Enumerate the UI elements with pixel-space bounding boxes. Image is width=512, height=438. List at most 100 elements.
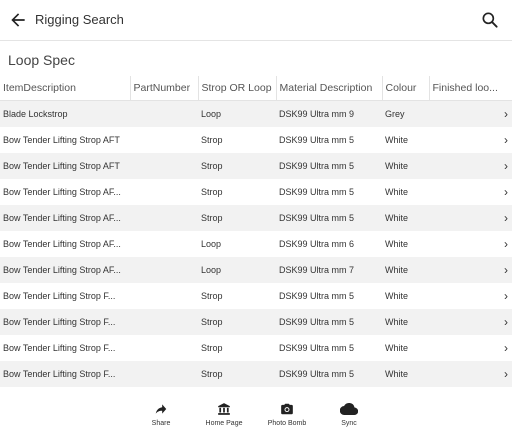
photo-bomb-label: Photo Bomb [267,420,307,427]
table-row[interactable]: Bow Tender Lifting Strop AF... Strop DSK99… [0,179,512,205]
strop-or-loop-cell: Strop [198,283,276,309]
item-description-cell: Bow Tender Lifting Strop F... [0,361,130,387]
table-row[interactable]: Bow Tender Lifting Strop F... Strop DSK99 … [0,309,512,335]
table-row[interactable]: Bow Tender Lifting Strop AF... Strop DSK99… [0,205,512,231]
colour-cell: White [382,205,429,231]
item-description-cell: Bow Tender Lifting Strop AFT [0,127,130,153]
table-row[interactable]: Bow Tender Lifting Strop AF... Loop DSK99 … [0,231,512,257]
sync-button[interactable]: Sync [321,402,377,427]
chevron-right-icon[interactable]: › [429,257,512,283]
strop-or-loop-cell: Loop [198,231,276,257]
colour-cell: White [382,231,429,257]
material-description-cell: DSK99 Ultra mm 5 [276,283,382,309]
colour-cell: White [382,387,429,396]
chevron-right-icon[interactable]: › [429,205,512,231]
column-header[interactable]: ItemDescription [0,76,131,101]
column-header[interactable]: Strop OR Loop [198,76,277,101]
part-number-cell [130,283,198,309]
search-icon[interactable] [480,10,500,30]
item-description-cell: Bow Tender Lifting Strop F... [0,335,130,361]
part-number-cell [130,257,198,283]
item-description-cell: Bow Tender Lifting Strop F... [0,283,130,309]
home-page-label: Home Page [205,420,243,427]
part-number-cell [130,179,198,205]
part-number-cell [130,231,198,257]
photo-bomb-button[interactable]: Photo Bomb [259,402,315,427]
chevron-right-icon[interactable]: › [429,387,512,396]
table-row[interactable]: Blade Lockstrop Loop DSK99 Ultra mm 9 Grey › [0,100,512,127]
material-description-cell: DSK99 Ultra mm 5 [276,179,382,205]
chevron-right-icon[interactable]: › [429,100,512,127]
material-description-cell: DSK99 Ultra mm 5 [276,335,382,361]
strop-or-loop-cell: Strop [198,153,276,179]
strop-or-loop-cell: Strop [198,179,276,205]
colour-cell: White [382,361,429,387]
part-number-cell [130,335,198,361]
material-description-cell: DSK99 Ultra mm 6 [276,387,382,396]
colour-cell: White [382,309,429,335]
item-description-cell: Bow Tender Lifting Strop AFT [0,153,130,179]
table-row[interactable]: Bow Tender Lifting Strop F... LoopDSK99 U… [0,387,512,396]
app-bar: Rigging Search [0,0,512,41]
share-icon [155,404,167,414]
sync-label: Sync [341,420,357,427]
chevron-right-icon[interactable]: › [429,361,512,387]
chevron-right-icon[interactable]: › [429,153,512,179]
strop-or-loop-cell: Strop [198,205,276,231]
table-row[interactable]: Bow Tender Lifting Strop F... Strop DSK99 … [0,361,512,387]
colour-cell: White [382,153,429,179]
home-page-button[interactable]: Home Page [196,402,252,427]
material-description-cell: DSK99 Ultra mm 7 [276,257,382,283]
chevron-right-icon[interactable]: › [429,231,512,257]
share-button[interactable]: Share [133,402,189,427]
part-number-cell [130,387,198,396]
material-description-cell: DSK99 Ultra mm 5 [276,309,382,335]
part-number-cell [130,205,198,231]
table-row[interactable]: Bow Tender Lifting Strop AF... Loop DSK99 … [0,257,512,283]
table-row[interactable]: Bow Tender Lifting Strop AFT Strop DSK99 U… [0,127,512,153]
material-description-cell: DSK99 Ultra mm 5 [276,205,382,231]
part-number-cell [130,309,198,335]
section-title: Loop Spec [8,52,75,68]
item-description-cell: Bow Tender Lifting Strop F... [0,387,130,396]
item-description-cell: Blade Lockstrop [0,100,130,127]
column-header[interactable]: Material Description [276,76,383,101]
item-description-cell: Bow Tender Lifting Strop AF... [0,231,130,257]
part-number-cell [130,127,198,153]
table-row[interactable]: Bow Tender Lifting Strop F... Strop DSK99 … [0,283,512,309]
chevron-right-icon[interactable]: › [429,179,512,205]
strop-or-loop-cell: Loop [198,100,276,127]
material-description-cell: DSK99 Ultra mm 6 [276,231,382,257]
arrow-left-icon[interactable] [8,10,28,30]
strop-or-loop-cell: Loop [198,257,276,283]
item-description-cell: Bow Tender Lifting Strop AF... [0,257,130,283]
strop-or-loop-cell: Strop [198,361,276,387]
bottom-nav: Share Home Page Photo Bomb Sync [0,396,512,438]
table-header: ItemDescription PartNumber Strop OR Loop… [0,76,512,101]
results-table: ItemDescription PartNumber Strop OR Loop… [0,76,512,396]
material-description-cell: DSK99 Ultra mm 5 [276,153,382,179]
strop-or-loop-cell: Strop [198,335,276,361]
page-title: Rigging Search [35,12,124,27]
table-row[interactable]: Bow Tender Lifting Strop AFT Strop DSK99 U… [0,153,512,179]
chevron-right-icon[interactable]: › [429,127,512,153]
item-description-cell: Bow Tender Lifting Strop AF... [0,179,130,205]
item-description-cell: Bow Tender Lifting Strop AF... [0,205,130,231]
colour-cell: Grey [382,100,429,127]
chevron-right-icon[interactable]: › [429,283,512,309]
part-number-cell [130,361,198,387]
colour-cell: White [382,335,429,361]
part-number-cell [130,100,198,127]
material-description-cell: DSK99 Ultra mm 5 [276,361,382,387]
chevron-right-icon[interactable]: › [429,335,512,361]
bank-icon [218,403,230,415]
strop-or-loop-cell: Loop [198,387,276,396]
column-header[interactable]: PartNumber [130,76,199,101]
column-header[interactable]: Colour [382,76,430,101]
share-label: Share [151,420,171,427]
chevron-right-icon[interactable]: › [429,309,512,335]
strop-or-loop-cell: Strop [198,127,276,153]
table-row[interactable]: Bow Tender Lifting Strop F... Strop DSK99 … [0,335,512,361]
column-header[interactable]: Finished loo... [429,76,512,101]
cloud-icon [340,403,358,416]
